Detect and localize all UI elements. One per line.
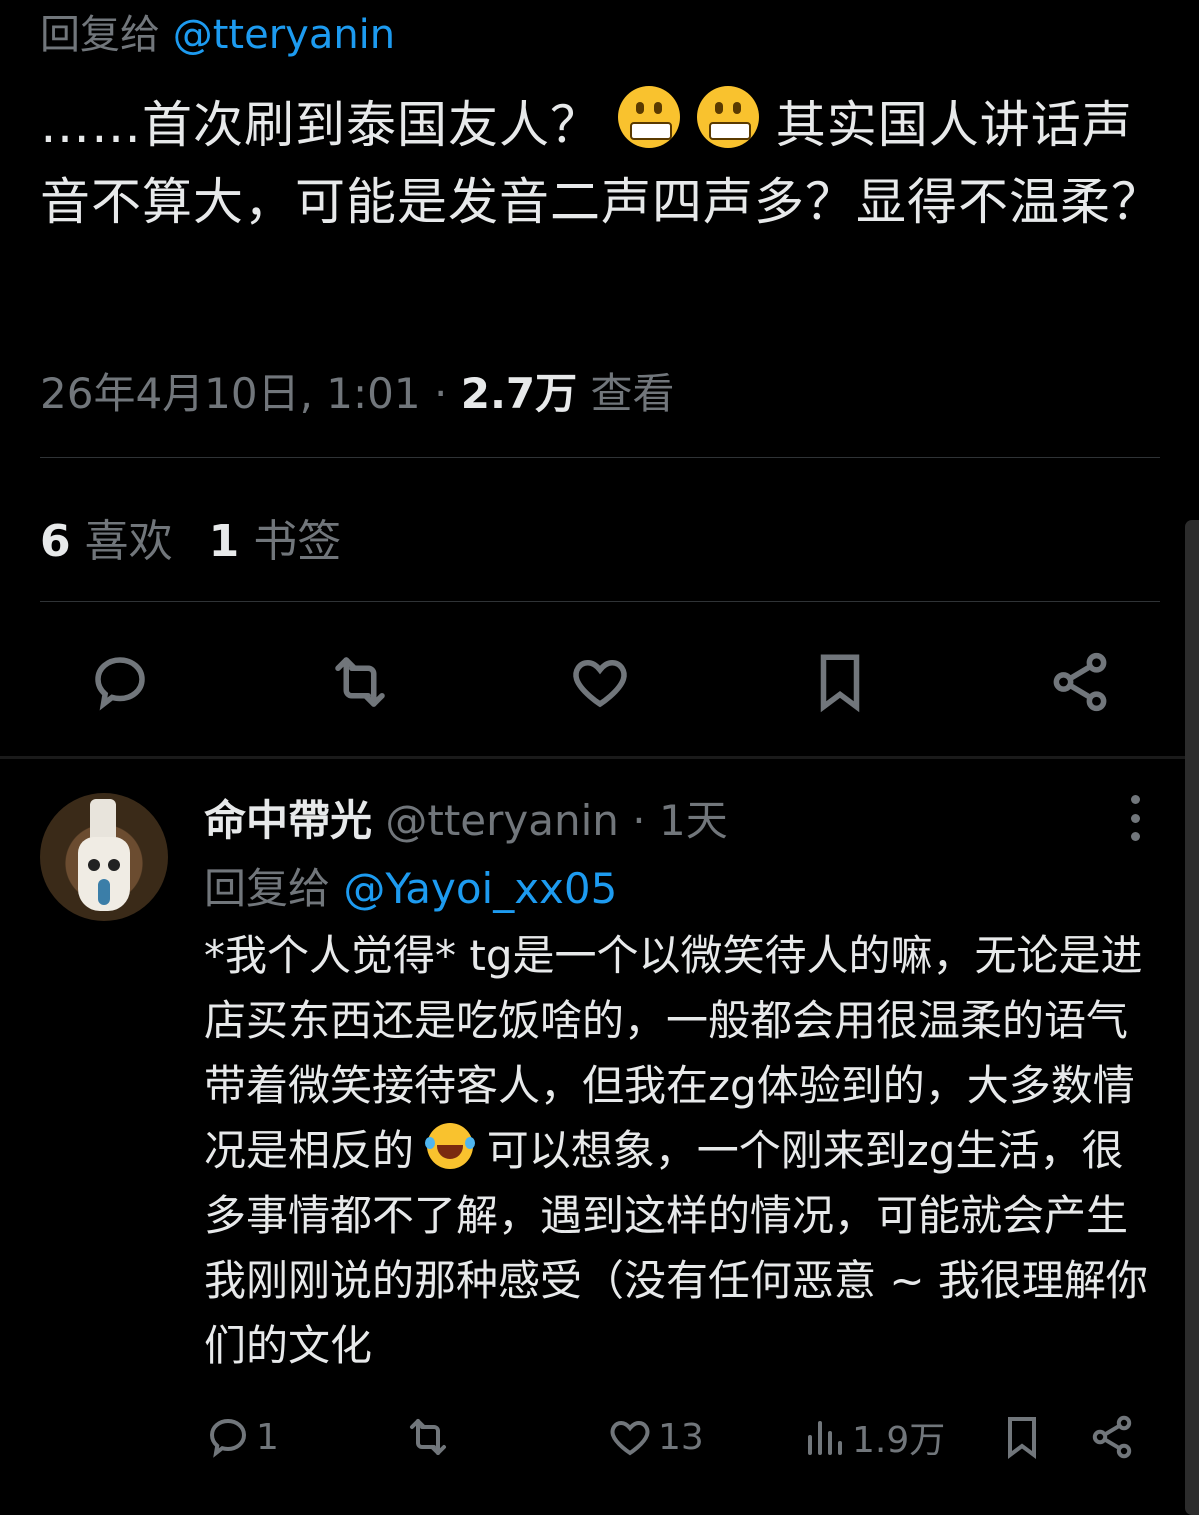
- reply-to-handle-link[interactable]: @Yayoi_xx05: [343, 864, 617, 913]
- reply-to-prefix: 回复给: [40, 12, 160, 58]
- bookmarks-stat[interactable]: 1 书签: [209, 516, 342, 567]
- grimacing-face-emoji-icon: [617, 86, 680, 148]
- reply-to-line: 回复给 @tteryanin: [40, 2, 395, 60]
- likes-count: 6: [40, 516, 71, 567]
- tweet-text: ……首次刷到泰国友人？ 其实国人讲话声音不算大，可能是发音二声四声多？显得不温柔…: [40, 86, 1165, 241]
- views-chart-icon: [808, 1421, 842, 1455]
- bookmarks-count: 1: [208, 516, 240, 567]
- retweet-button[interactable]: [404, 1399, 456, 1475]
- tweet-text-part1: ……首次刷到泰国友人？: [40, 96, 601, 154]
- bookmark-button[interactable]: [998, 1399, 1050, 1475]
- scrollbar-thumb[interactable]: [1185, 520, 1199, 1515]
- reply-to-line: 回复给 @Yayoi_xx05: [204, 855, 617, 916]
- tweet-action-bar: [0, 640, 1199, 724]
- retweet-button[interactable]: [320, 640, 400, 724]
- header-separator: ·: [632, 796, 646, 845]
- reply-header: 命中帶光 @tteryanin · 1天: [204, 787, 728, 848]
- reply-count: 1: [256, 1416, 279, 1458]
- tweet-meta: 26年4月10日, 1:01 · 2.7万 查看: [40, 360, 675, 421]
- share-icon: [1092, 1415, 1132, 1459]
- views-button[interactable]: 1.9万: [800, 1399, 945, 1475]
- user-handle[interactable]: @tteryanin: [385, 796, 619, 845]
- likes-stat[interactable]: 6 喜欢: [40, 516, 173, 567]
- share-button[interactable]: [1088, 1399, 1140, 1475]
- grimacing-face-emoji-icon: [696, 86, 759, 148]
- divider: [40, 457, 1160, 458]
- reply-action-bar: 1 13 1.9万: [0, 1399, 1185, 1475]
- reply-icon: [209, 1418, 247, 1458]
- like-button[interactable]: [560, 640, 640, 724]
- reply-text: *我个人觉得* tg是一个以微笑待人的嘛，无论是进店买东西还是吃饭啥的，一般都会…: [204, 923, 1164, 1378]
- reply-tweet[interactable]: 命中帶光 @tteryanin · 1天 回复给 @Yayoi_xx05 *我个…: [0, 759, 1185, 1515]
- timestamp[interactable]: 26年4月10日, 1:01: [40, 369, 421, 418]
- likes-label: 喜欢: [84, 516, 173, 567]
- views-label: 查看: [590, 369, 675, 418]
- tears-of-joy-emoji-icon: [425, 1123, 476, 1169]
- share-icon: [1053, 652, 1107, 712]
- like-button[interactable]: 13: [606, 1399, 704, 1475]
- reply-button[interactable]: 1: [204, 1399, 279, 1475]
- main-tweet: 回复给 @tteryanin ……首次刷到泰国友人？ 其实国人讲话声音不算大，可…: [0, 0, 1199, 758]
- bookmark-icon: [820, 654, 860, 713]
- meta-separator: ·: [434, 369, 448, 418]
- retweet-icon: [410, 1419, 446, 1455]
- time-ago[interactable]: 1天: [659, 796, 728, 845]
- share-button[interactable]: [1040, 640, 1120, 724]
- avatar[interactable]: [40, 793, 168, 921]
- tweet-stats: 6 喜欢 1 书签: [40, 505, 341, 569]
- retweet-icon: [335, 657, 385, 707]
- reply-to-prefix: 回复给: [204, 864, 331, 913]
- views-count: 2.7万: [460, 369, 578, 418]
- reply-icon: [95, 657, 145, 711]
- display-name[interactable]: 命中帶光: [204, 796, 372, 845]
- like-icon: [610, 1420, 650, 1456]
- bookmark-button[interactable]: [800, 640, 880, 724]
- like-count: 13: [658, 1416, 704, 1458]
- bookmarks-label: 书签: [253, 516, 342, 567]
- more-options-icon[interactable]: [1118, 795, 1152, 841]
- bookmark-icon: [1008, 1417, 1036, 1459]
- reply-button[interactable]: [80, 640, 160, 724]
- view-count: 1.9万: [852, 1420, 946, 1461]
- divider: [40, 601, 1160, 602]
- reply-to-handle-link[interactable]: @tteryanin: [173, 12, 395, 58]
- like-icon: [573, 659, 627, 708]
